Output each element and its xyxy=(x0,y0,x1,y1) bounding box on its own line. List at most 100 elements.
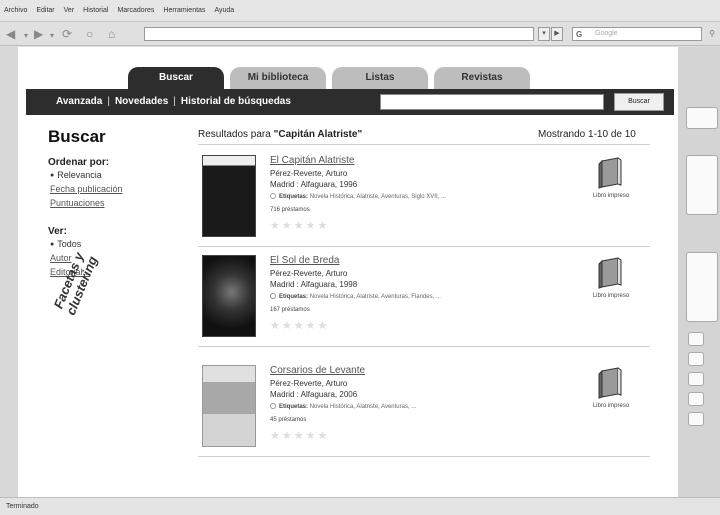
star-icon[interactable]: ★ xyxy=(270,320,282,332)
menu-herramientas[interactable]: Herramientas xyxy=(163,7,205,14)
results-prefix: Resultados para xyxy=(198,129,271,140)
sort-relevancia[interactable]: Relevancia xyxy=(50,170,102,180)
tab-revistas[interactable]: Revistas xyxy=(434,67,530,89)
results-query-text: "Capitán Alatriste" xyxy=(273,129,363,140)
background-panel xyxy=(686,107,718,129)
result-title[interactable]: El Sol de Breda xyxy=(270,255,340,266)
result-publication: Madrid : Alfaguara, 2006 xyxy=(270,390,358,399)
star-icon[interactable]: ★ xyxy=(282,220,294,232)
result-loans: 716 préstamos xyxy=(270,207,310,213)
rating-stars[interactable]: ★★★★★ xyxy=(270,319,329,332)
web-search-input[interactable]: G Google ⚲ xyxy=(572,27,715,41)
sort-heading: Ordenar por: xyxy=(48,157,110,168)
rating-stars[interactable]: ★★★★★ xyxy=(270,219,329,232)
bookmark-star-icon[interactable]: ▾ xyxy=(538,27,550,41)
separator: | xyxy=(107,96,110,107)
tags-list[interactable]: Novela Histórica, Alatriste, Aventuras, … xyxy=(310,194,446,200)
magnifier-icon[interactable]: ⚲ xyxy=(709,28,715,40)
background-window xyxy=(678,47,720,497)
background-panel xyxy=(688,392,704,406)
menu-historial[interactable]: Historial xyxy=(83,7,108,14)
result-item: El Sol de Breda Pérez-Reverte, Arturo Ma… xyxy=(198,247,650,347)
star-icon[interactable]: ★ xyxy=(306,430,318,442)
tags-label: Etiquetas: xyxy=(279,404,309,410)
menu-ayuda[interactable]: Ayuda xyxy=(214,7,234,14)
tab-listas[interactable]: Listas xyxy=(332,67,428,89)
go-icon[interactable]: ▶ xyxy=(551,27,563,41)
background-panel xyxy=(688,372,704,386)
menu-editar[interactable]: Editar xyxy=(36,7,54,14)
background-panel xyxy=(686,252,718,322)
tags-label: Etiquetas: xyxy=(279,194,309,200)
result-tags: Etiquetas: Novela Histórica, Alatriste, … xyxy=(270,403,416,410)
catalog-search-input[interactable] xyxy=(380,94,604,110)
menu-archivo[interactable]: Archivo xyxy=(4,7,27,14)
result-tags: Etiquetas: Novela Histórica, Alatriste, … xyxy=(270,193,446,200)
star-icon[interactable]: ★ xyxy=(294,320,306,332)
star-icon[interactable]: ★ xyxy=(270,220,282,232)
star-icon[interactable]: ★ xyxy=(318,430,330,442)
star-icon[interactable]: ★ xyxy=(282,320,294,332)
star-icon[interactable]: ★ xyxy=(294,430,306,442)
book-icon[interactable] xyxy=(596,367,626,399)
result-author: Pérez-Reverte, Arturo xyxy=(270,379,348,388)
result-publication: Madrid : Alfaguara, 1998 xyxy=(270,280,358,289)
book-cover[interactable] xyxy=(202,365,256,447)
catalog-search-button[interactable]: Buscar xyxy=(614,93,664,111)
result-format: Libro impreso xyxy=(592,293,630,299)
star-icon[interactable]: ★ xyxy=(270,430,282,442)
search-toolbar: Avanzada | Novedades | Historial de búsqueda… xyxy=(26,89,674,115)
result-item: El Capitán Alatriste Pérez-Reverte, Artu… xyxy=(198,147,650,247)
tags-list[interactable]: Novela Histórica, Alatriste, Aventuras, … xyxy=(310,404,417,410)
rating-stars[interactable]: ★★★★★ xyxy=(270,429,329,442)
star-icon[interactable]: ★ xyxy=(294,220,306,232)
link-avanzada[interactable]: Avanzada xyxy=(56,96,102,107)
result-format: Libro impreso xyxy=(592,193,630,199)
viewport: Buscar Mi biblioteca Listas Revistas Ava… xyxy=(0,47,720,497)
result-loans: 45 préstamos xyxy=(270,417,307,423)
sort-puntuaciones[interactable]: Puntuaciones xyxy=(50,198,105,208)
star-icon[interactable]: ★ xyxy=(282,430,294,442)
results-query: Resultados para "Capitán Alatriste" xyxy=(198,129,362,140)
browser-navbar: ◀ ▾ ▶ ▾ ⟳ ○ ⌂ ▾ ▶ G Google ⚲ xyxy=(0,22,720,46)
book-icon[interactable] xyxy=(596,157,626,189)
back-icon[interactable]: ◀ xyxy=(6,27,15,41)
results-count: Mostrando 1-10 de 10 xyxy=(538,129,636,140)
tags-label: Etiquetas: xyxy=(279,294,309,300)
forward-dropdown-icon[interactable]: ▾ xyxy=(50,29,54,43)
stop-icon[interactable]: ○ xyxy=(86,27,93,41)
divider xyxy=(198,144,650,145)
book-cover[interactable] xyxy=(202,155,256,237)
tags-list[interactable]: Novela Histórica, Alatriste, Aventuras, … xyxy=(310,294,441,300)
back-dropdown-icon[interactable]: ▾ xyxy=(24,29,28,43)
tab-buscar[interactable]: Buscar xyxy=(128,67,224,89)
home-icon[interactable]: ⌂ xyxy=(108,27,115,41)
star-icon[interactable]: ★ xyxy=(318,220,330,232)
result-item: Corsarios de Levante Pérez-Reverte, Artu… xyxy=(198,357,650,457)
sort-fecha-publicacion[interactable]: Fecha publicación xyxy=(50,184,123,194)
menu-marcadores[interactable]: Marcadores xyxy=(117,7,154,14)
address-bar[interactable] xyxy=(144,27,534,41)
book-cover[interactable] xyxy=(202,255,256,337)
result-author: Pérez-Reverte, Arturo xyxy=(270,169,348,178)
page-title: Buscar xyxy=(48,127,106,146)
background-panel xyxy=(688,412,704,426)
link-historial-busquedas[interactable]: Historial de búsquedas xyxy=(181,96,291,107)
star-icon[interactable]: ★ xyxy=(306,220,318,232)
reload-icon[interactable]: ⟳ xyxy=(62,27,72,41)
view-heading: Ver: xyxy=(48,226,67,237)
tag-icon xyxy=(270,193,276,199)
menu-ver[interactable]: Ver xyxy=(64,7,75,14)
forward-icon[interactable]: ▶ xyxy=(34,27,43,41)
star-icon[interactable]: ★ xyxy=(318,320,330,332)
background-panel xyxy=(688,332,704,346)
result-title[interactable]: El Capitán Alatriste xyxy=(270,155,355,166)
link-novedades[interactable]: Novedades xyxy=(115,96,168,107)
result-publication: Madrid : Alfaguara, 1996 xyxy=(270,180,358,189)
book-icon[interactable] xyxy=(596,257,626,289)
tab-mi-biblioteca[interactable]: Mi biblioteca xyxy=(230,67,326,89)
result-tags: Etiquetas: Novela Histórica, Alatriste, … xyxy=(270,293,441,300)
result-title[interactable]: Corsarios de Levante xyxy=(270,365,365,376)
star-icon[interactable]: ★ xyxy=(306,320,318,332)
tag-icon xyxy=(270,293,276,299)
